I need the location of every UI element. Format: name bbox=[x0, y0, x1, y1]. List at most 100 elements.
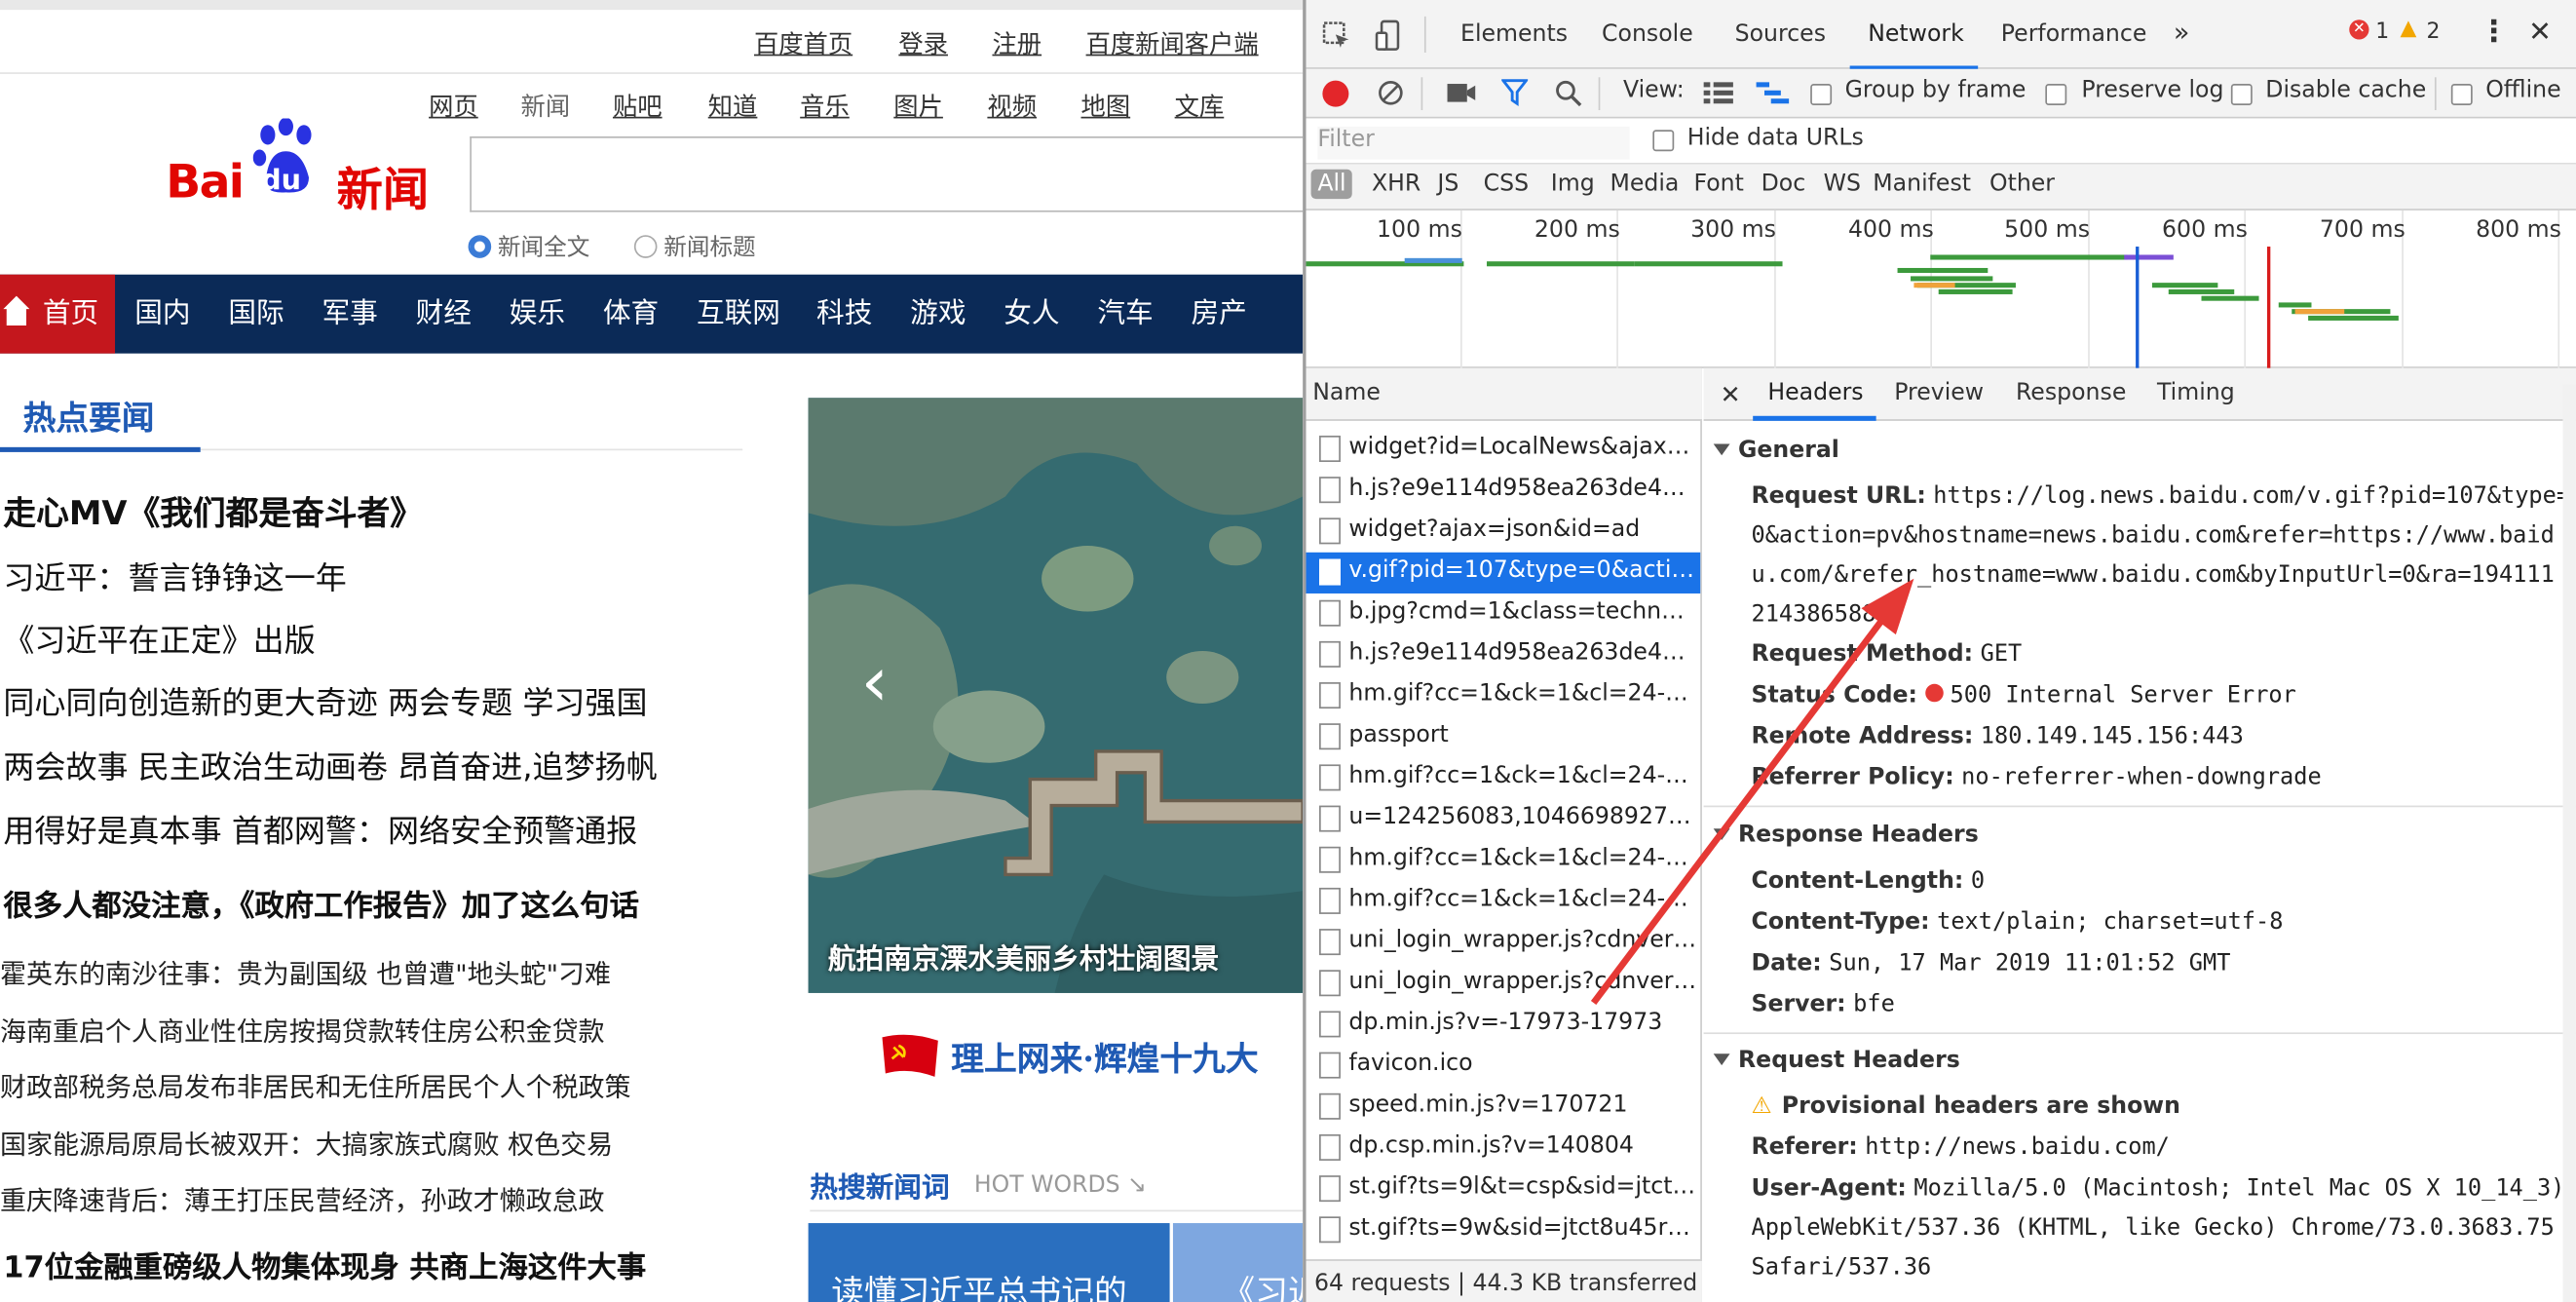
carousel-prev-icon[interactable]: ‹ bbox=[861, 641, 889, 722]
large-rows-icon[interactable] bbox=[1703, 81, 1733, 105]
request-row[interactable]: st.gif?ts=9l&t=csp&sid=jtct8u45rku bbox=[1307, 1168, 1701, 1209]
warning-count[interactable]: 2 bbox=[2427, 19, 2441, 44]
tab-headers[interactable]: Headers bbox=[1767, 380, 1863, 406]
tab-network[interactable]: Network bbox=[1868, 21, 1964, 48]
headline[interactable]: 海南重启个人商业性住房按揭贷款转住房公积金贷款 bbox=[0, 1010, 605, 1049]
request-row[interactable]: favicon.ico bbox=[1307, 1046, 1701, 1087]
device-toolbar-icon[interactable] bbox=[1375, 19, 1401, 53]
news-search-input[interactable] bbox=[470, 136, 1304, 212]
headline[interactable]: 两会故事 民主政治生动画卷 昂首奋进,追梦扬帆 bbox=[3, 743, 657, 787]
tab-console[interactable]: Console bbox=[1602, 21, 1693, 48]
request-row[interactable]: passport bbox=[1307, 716, 1701, 757]
type-filter-css[interactable]: CSS bbox=[1484, 171, 1529, 197]
offline-checkbox[interactable] bbox=[2450, 84, 2473, 105]
tab-timing[interactable]: Timing bbox=[2157, 380, 2235, 406]
request-row[interactable]: st.gif?ts=9w&sid=jtct8u45rku&x=1 bbox=[1307, 1210, 1701, 1251]
channel-games[interactable]: 游戏 bbox=[910, 275, 966, 354]
request-row[interactable]: dp.min.js?v=-17973-17973 bbox=[1307, 1005, 1701, 1046]
request-list-header[interactable]: Name bbox=[1306, 367, 1702, 421]
channel-military[interactable]: 军事 bbox=[322, 275, 377, 354]
headline[interactable]: 17位金融重磅级人物集体现身 共商上海这件大事 bbox=[3, 1245, 646, 1287]
disable-cache-checkbox[interactable] bbox=[2230, 84, 2253, 105]
request-row[interactable]: uni_login_wrapper.js?cdnversion=15528205… bbox=[1307, 922, 1701, 963]
request-row-selected[interactable]: v.gif?pid=107&type=0&action=pv&hostname=… bbox=[1306, 552, 1701, 594]
type-filter-media[interactable]: Media bbox=[1610, 171, 1679, 197]
request-row[interactable]: widget?id=LocalNews&ajax=json&t=15528205… bbox=[1307, 429, 1701, 470]
request-row[interactable]: uni_login_wrapper.js?cdnversion=15528205… bbox=[1307, 964, 1701, 1005]
top-link-baidu-home[interactable]: 百度首页 bbox=[754, 26, 852, 60]
request-row[interactable]: b.jpg?cmd=1&class=technnews&pn=1 bbox=[1307, 594, 1701, 634]
channel-international[interactable]: 国际 bbox=[228, 275, 284, 354]
tab-elements[interactable]: Elements bbox=[1460, 21, 1568, 48]
headline[interactable]: 走心MV《我们都是奋斗者》 bbox=[3, 486, 423, 534]
channel-internet[interactable]: 互联网 bbox=[697, 275, 780, 354]
request-row[interactable]: hm.gif?cc=1&ck=1&cl=24-bit&ds=1568x792 bbox=[1307, 758, 1701, 799]
error-count[interactable]: 1 bbox=[2375, 19, 2389, 44]
request-row[interactable]: h.js?e9e114d958ea263de46e080563e254c4 bbox=[1307, 634, 1701, 675]
preserve-log-checkbox[interactable] bbox=[2045, 84, 2067, 105]
network-timeline-overview[interactable]: 100 ms 200 ms 300 ms 400 ms 500 ms 600 m… bbox=[1306, 210, 2576, 368]
request-headers-toggle[interactable]: Request Headers bbox=[1713, 1048, 1960, 1074]
channel-tech[interactable]: 科技 bbox=[816, 275, 872, 354]
hide-data-urls-checkbox[interactable] bbox=[1652, 130, 1675, 152]
detail-scrollbar[interactable] bbox=[2562, 384, 2576, 1302]
hot-word-tile[interactable]: 《习近 bbox=[1172, 1223, 1304, 1302]
type-filter-js[interactable]: JS bbox=[1437, 171, 1458, 197]
filter-icon[interactable] bbox=[1501, 79, 1529, 107]
banner-link[interactable]: 理上网来·辉煌十九大 bbox=[879, 1032, 1259, 1080]
nav-video[interactable]: 视频 bbox=[987, 89, 1037, 123]
general-section-toggle[interactable]: General bbox=[1713, 438, 1839, 464]
radio-title[interactable]: 新闻标题 bbox=[633, 230, 756, 263]
channel-entertainment[interactable]: 娱乐 bbox=[510, 275, 565, 354]
top-link-login[interactable]: 登录 bbox=[898, 26, 948, 60]
headline[interactable]: 很多人都没注意，《政府工作报告》加了这么句话 bbox=[3, 883, 639, 926]
filter-input[interactable]: Filter bbox=[1317, 126, 1630, 160]
screenshot-camera-icon[interactable] bbox=[1446, 82, 1477, 103]
photo-caption[interactable]: 航拍南京溧水美丽乡村壮阔图景 bbox=[828, 936, 1219, 976]
response-headers-toggle[interactable]: Response Headers bbox=[1713, 822, 1979, 848]
request-row[interactable]: hm.gif?cc=1&ck=1&cl=24-bit&ds=1568x792 bbox=[1307, 675, 1701, 716]
headline[interactable]: 国家能源局原局长被双开：大搞家族式腐败 权色交易 bbox=[0, 1123, 613, 1162]
type-filter-all[interactable]: All bbox=[1310, 169, 1353, 200]
clear-icon[interactable] bbox=[1377, 79, 1405, 107]
tab-preview[interactable]: Preview bbox=[1894, 380, 1984, 406]
waterfall-overview-icon[interactable] bbox=[1756, 81, 1790, 105]
channel-auto[interactable]: 汽车 bbox=[1097, 275, 1153, 354]
tab-performance[interactable]: Performance bbox=[2001, 21, 2147, 48]
nav-wenku[interactable]: 文库 bbox=[1175, 89, 1225, 123]
radio-fulltext[interactable]: 新闻全文 bbox=[468, 230, 589, 263]
request-row[interactable]: hm.gif?cc=1&ck=1&cl=24-bit&ds=1568x792 bbox=[1307, 840, 1701, 881]
request-row[interactable]: dp.csp.min.js?v=140804 bbox=[1307, 1128, 1701, 1168]
nav-images[interactable]: 图片 bbox=[893, 89, 943, 123]
record-icon[interactable] bbox=[1322, 80, 1349, 107]
channel-home[interactable]: 首页 bbox=[0, 274, 116, 354]
nav-news[interactable]: 新闻 bbox=[521, 89, 571, 123]
channel-house[interactable]: 房产 bbox=[1191, 275, 1246, 354]
headline[interactable]: 霍英东的南沙往事：贵为副国级 也曾遭"地头蛇"刁难 bbox=[0, 952, 611, 991]
request-row[interactable]: widget?ajax=json&id=ad bbox=[1307, 512, 1701, 553]
request-row[interactable]: h.js?e9e114d958ea263de46e080563e254c4 bbox=[1307, 470, 1701, 511]
group-by-frame-checkbox[interactable] bbox=[1810, 84, 1833, 105]
search-icon[interactable] bbox=[1554, 79, 1582, 107]
hot-word-tile[interactable]: 读懂习近平总书记的 bbox=[808, 1223, 1170, 1302]
headline[interactable]: 同心同向创造新的更大奇迹 两会专题 学习强国 bbox=[3, 679, 647, 724]
request-row[interactable]: u=124256083,1046698927&fm=173&app=49 bbox=[1307, 799, 1701, 840]
headline[interactable]: 用得好是真本事 首都网警：网络安全预警通报 bbox=[3, 807, 637, 852]
type-filter-doc[interactable]: Doc bbox=[1762, 171, 1806, 197]
headline[interactable]: 《习近平在正定》出版 bbox=[3, 617, 315, 662]
close-devtools-icon[interactable]: ✕ bbox=[2528, 17, 2552, 50]
headline[interactable]: 重庆降速背后：薄王打压民营经济，孙政才懒政怠政 bbox=[0, 1179, 605, 1218]
request-row[interactable]: speed.min.js?v=170721 bbox=[1307, 1087, 1701, 1128]
channel-domestic[interactable]: 国内 bbox=[134, 275, 190, 354]
type-filter-img[interactable]: Img bbox=[1551, 171, 1595, 197]
top-link-register[interactable]: 注册 bbox=[992, 26, 1042, 60]
type-filter-ws[interactable]: WS bbox=[1824, 171, 1861, 197]
kebab-menu-icon[interactable]: ⋮ bbox=[2479, 15, 2508, 49]
request-row[interactable]: hm.gif?cc=1&ck=1&cl=24-bit&ds=1568x792 bbox=[1307, 881, 1701, 922]
type-filter-other[interactable]: Other bbox=[1989, 171, 2055, 197]
close-detail-icon[interactable]: ✕ bbox=[1720, 380, 1740, 409]
nav-music[interactable]: 音乐 bbox=[800, 89, 850, 123]
headline[interactable]: 习近平：誓言铮铮这一年 bbox=[3, 554, 346, 598]
tab-response[interactable]: Response bbox=[2016, 380, 2126, 406]
channel-finance[interactable]: 财经 bbox=[416, 275, 472, 354]
